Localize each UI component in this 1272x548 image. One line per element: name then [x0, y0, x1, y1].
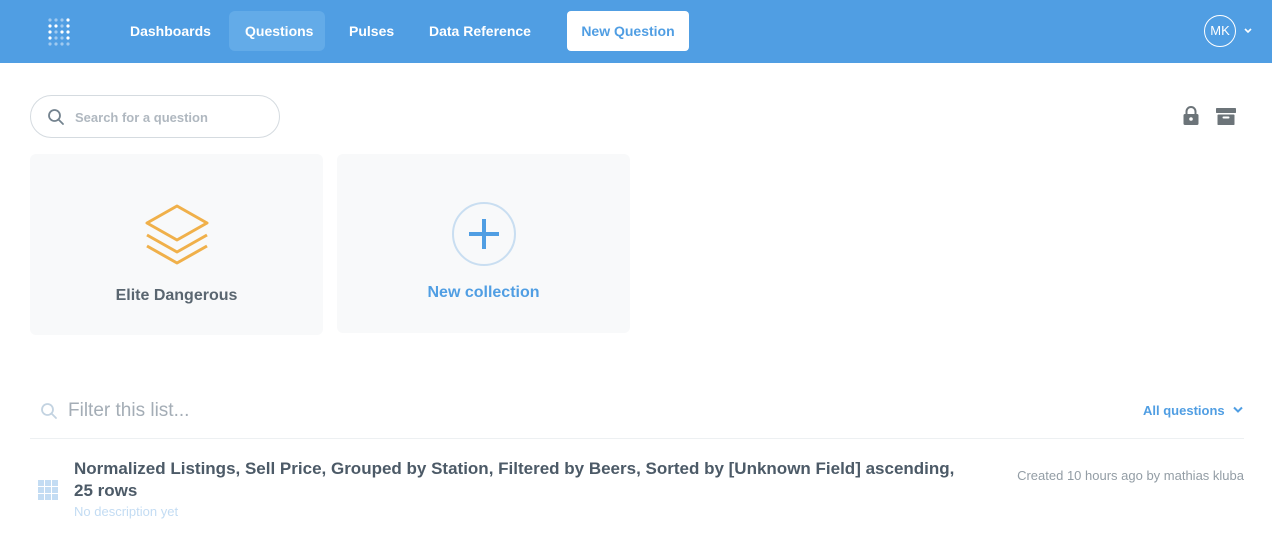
- layers-icon: [145, 204, 209, 265]
- new-question-button[interactable]: New Question: [567, 11, 689, 51]
- question-search[interactable]: [30, 95, 280, 138]
- nav-dashboards[interactable]: Dashboards: [114, 11, 227, 51]
- new-collection-label: New collection: [427, 284, 540, 301]
- chevron-down-icon[interactable]: [1232, 405, 1244, 415]
- plus-circle-icon: [452, 202, 516, 266]
- list-item: Normalized Listings, Sell Price, Grouped…: [30, 448, 1244, 528]
- filter-input[interactable]: [68, 397, 668, 425]
- question-title-link[interactable]: Normalized Listings, Sell Price, Grouped…: [74, 458, 974, 502]
- question-meta: Created 10 hours ago by mathias kluba: [1017, 468, 1244, 483]
- question-description: No description yet: [74, 504, 179, 519]
- top-nav-bar: Dashboards Questions Pulses Data Referen…: [0, 0, 1272, 63]
- lock-icon[interactable]: [1182, 106, 1200, 126]
- search-icon: [41, 403, 57, 419]
- all-questions-dropdown[interactable]: All questions: [1143, 403, 1225, 418]
- new-collection-card[interactable]: New collection: [337, 154, 630, 333]
- search-icon: [48, 109, 64, 125]
- user-avatar[interactable]: MK: [1204, 15, 1236, 47]
- chevron-down-icon[interactable]: [1242, 26, 1254, 36]
- metabase-logo-icon[interactable]: [45, 15, 75, 47]
- table-icon: [38, 480, 58, 500]
- nav-questions[interactable]: Questions: [229, 11, 325, 51]
- nav-pulses[interactable]: Pulses: [333, 11, 410, 51]
- collection-label: Elite Dangerous: [115, 287, 238, 304]
- divider: [30, 438, 1244, 439]
- nav-data-reference[interactable]: Data Reference: [413, 11, 547, 51]
- collection-card-elite-dangerous[interactable]: Elite Dangerous: [30, 154, 323, 335]
- archive-icon[interactable]: [1215, 106, 1237, 126]
- search-input[interactable]: [75, 106, 270, 128]
